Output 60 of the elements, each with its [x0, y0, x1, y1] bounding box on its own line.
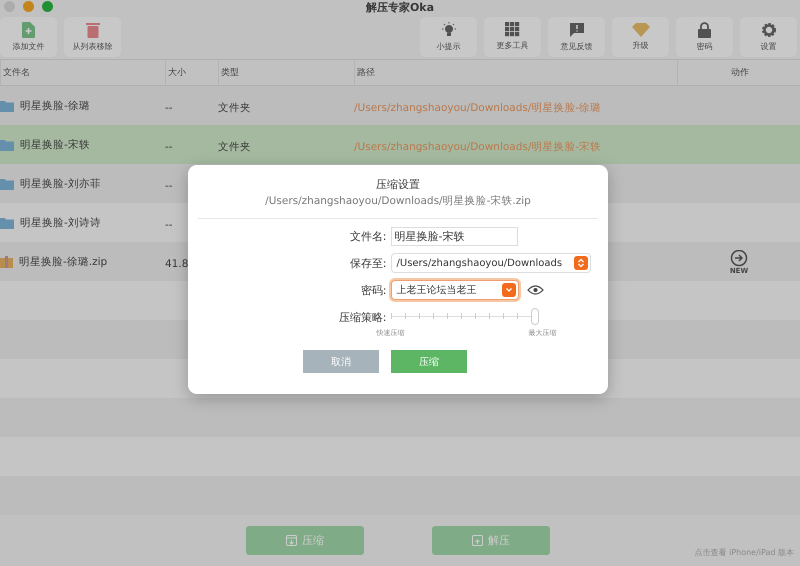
toolbar-button[interactable]: 添加文件: [0, 16, 57, 56]
download-box-icon: [286, 535, 297, 546]
field-label: 文件名:: [348, 229, 388, 244]
save-location-select[interactable]: /Users/zhangshaoyou/Downloads: [390, 253, 590, 273]
file-size: --: [165, 141, 173, 153]
dropdown-icon[interactable]: [502, 283, 516, 297]
toolbar-button[interactable]: 升级: [612, 16, 669, 56]
column-header[interactable]: 大小: [165, 60, 218, 85]
column-header[interactable]: 文件名: [0, 60, 165, 85]
file-name: 明星换脸-徐璐: [20, 98, 90, 112]
file-size: 41.8: [165, 258, 188, 270]
folder-icon: [0, 178, 14, 190]
slider-thumb[interactable]: [530, 308, 538, 325]
zoom-window-button[interactable]: [42, 1, 53, 12]
minimize-window-button[interactable]: [23, 1, 34, 12]
toolbar-button[interactable]: 设置: [740, 16, 797, 56]
add-file-icon: [22, 22, 35, 38]
file-name: 明星换脸-刘诗诗: [20, 216, 101, 230]
dialog-title: 压缩设置: [376, 177, 420, 192]
window-title: 解压专家Oka: [366, 0, 434, 14]
settings-icon: [760, 22, 776, 38]
file-row[interactable]: 明星换脸-徐璐 -- 文件夹 /Users/zhangshaoyou/Downloads/明星换脸-徐璐: [0, 86, 800, 125]
column-header[interactable]: 类型: [218, 60, 354, 85]
field-label: 压缩策略:: [338, 310, 388, 324]
folder-icon: [0, 100, 14, 112]
file-name: 明星换脸-徐璐.zip: [19, 254, 108, 268]
lock-icon: [698, 22, 711, 38]
column-header[interactable]: 路径: [354, 60, 677, 85]
file-size: --: [165, 102, 173, 114]
toolbar-button[interactable]: 更多工具: [484, 16, 541, 56]
toolbar-button[interactable]: 意见反馈: [548, 16, 605, 56]
file-path: /Users/zhangshaoyou/Downloads/明星换脸-宋轶: [354, 141, 602, 153]
eye-icon[interactable]: [526, 285, 544, 295]
file-row[interactable]: 明星换脸-宋轶 -- 文件夹 /Users/zhangshaoyou/Downloads/明星换脸-宋轶: [0, 125, 800, 164]
file-name: 明星换脸-刘亦菲: [20, 176, 101, 190]
filename-field[interactable]: 明星换脸-宋轶: [390, 227, 518, 246]
compression-slider[interactable]: [390, 307, 536, 327]
field-label: 保存至:: [348, 256, 388, 270]
lightbulb-icon: [440, 22, 456, 38]
trash-icon: [86, 22, 100, 38]
diamond-icon: [632, 22, 650, 36]
speech-bubble-icon: [568, 22, 584, 38]
password-select[interactable]: 上老王论坛当老王: [390, 280, 518, 300]
folder-icon: [0, 216, 14, 228]
file-type: 文件夹: [218, 141, 251, 153]
folder-icon: [0, 138, 14, 150]
column-header[interactable]: 动作: [677, 60, 800, 85]
file-name: 明星换脸-宋轶: [20, 138, 90, 152]
stepper-icon[interactable]: [574, 256, 588, 270]
file-path: /Users/zhangshaoyou/Downloads/明星换脸-徐璐: [354, 102, 602, 114]
grid-icon: [505, 22, 520, 37]
toolbar-button[interactable]: 密码: [676, 16, 733, 56]
toolbar-button[interactable]: 从列表移除: [64, 16, 121, 56]
file-size: --: [165, 219, 173, 231]
field-label: 密码:: [360, 282, 388, 298]
file-type: 文件夹: [218, 102, 251, 114]
file-size: --: [165, 180, 173, 192]
archive-icon: [0, 256, 13, 268]
upload-box-icon: [472, 535, 483, 546]
toolbar-button[interactable]: 小提示: [420, 16, 477, 56]
